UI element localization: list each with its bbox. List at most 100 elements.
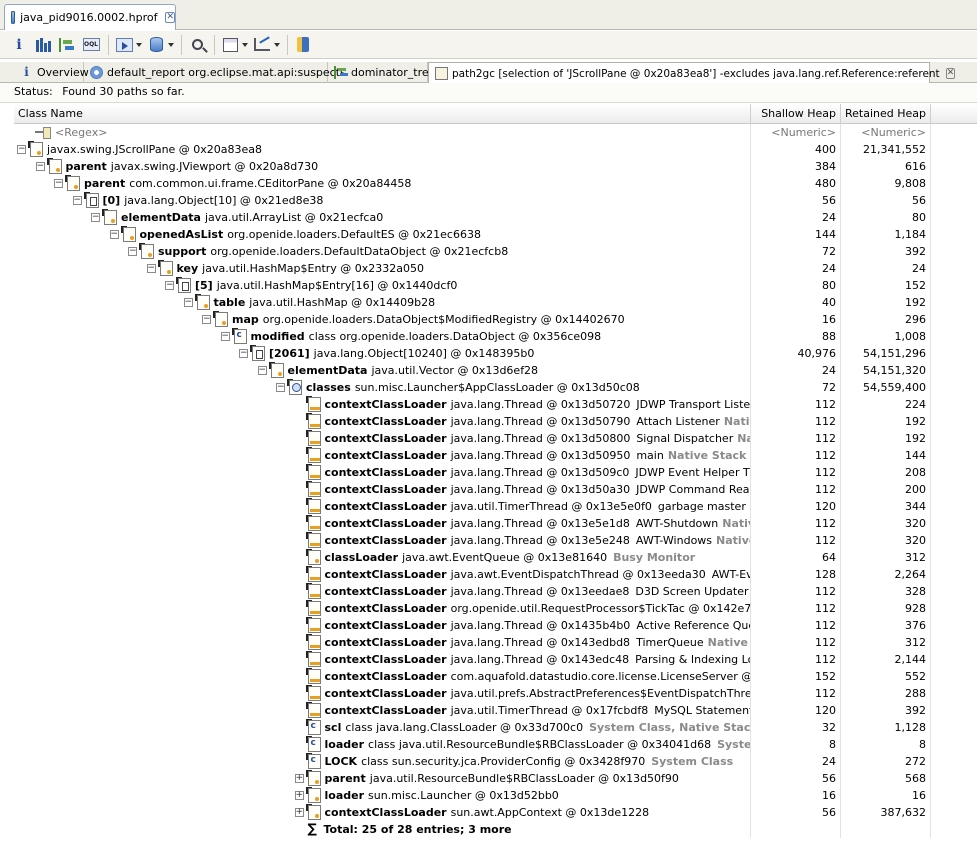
pin-button[interactable]	[292, 34, 314, 56]
dropdown-arrow-icon[interactable]	[242, 42, 248, 47]
dominator-tree-button[interactable]	[56, 34, 78, 56]
heap-dump-button[interactable]	[145, 34, 175, 56]
table-row[interactable]: contextClassLoader java.lang.Thread @ 0x1…	[14, 464, 977, 481]
table-row[interactable]: − parent javax.swing.JViewport @ 0x20a8d73…	[14, 158, 977, 175]
export-button[interactable]	[251, 34, 281, 56]
table-row[interactable]: contextClassLoader java.lang.Thread @ 0x1…	[14, 481, 977, 498]
collapse-icon[interactable]: −	[239, 349, 248, 358]
field-name: contextClassLoader	[324, 517, 447, 530]
table-row[interactable]: loaderclass java.util.ResourceBundle$RBC…	[14, 736, 977, 753]
collapse-icon[interactable]: −	[128, 247, 137, 256]
thread-icon	[305, 600, 321, 616]
table-row[interactable]: contextClassLoader java.lang.Thread @ 0x1…	[14, 447, 977, 464]
table-row[interactable]: contextClassLoader java.util.TimerThread …	[14, 702, 977, 719]
table-row[interactable]: − [0] java.lang.Object[10] @ 0x21ed8e38 56 5…	[14, 192, 977, 209]
column-header-class-name[interactable]: Class Name	[14, 104, 751, 124]
thread-icon	[305, 668, 321, 684]
field-name: contextClassLoader	[324, 687, 447, 700]
total-row[interactable]: ∑ Total: 25 of 28 entries; 3 more	[14, 821, 977, 838]
table-row[interactable]: contextClassLoader java.awt.EventDispatch…	[14, 566, 977, 583]
close-icon[interactable]: ✕	[165, 12, 175, 23]
query-browser-button[interactable]	[113, 34, 143, 56]
collapse-icon[interactable]: −	[35, 162, 45, 171]
overview-info-button[interactable]: i	[8, 34, 30, 56]
tab-path2gc[interactable]: path2gc [selection of 'JScrollPane @ 0x2…	[428, 62, 956, 84]
cell-retained-heap: 288	[841, 685, 931, 702]
filter-cell-class-name[interactable]: <Regex>	[14, 124, 751, 141]
table-row[interactable]: − [2061] java.lang.Object[10240] @ 0x14839…	[14, 345, 977, 362]
table-row[interactable]: contextClassLoader org.openide.util.Reque…	[14, 600, 977, 617]
numeric-filter-retained[interactable]: <Numeric>	[841, 124, 931, 141]
collapse-icon[interactable]: −	[72, 196, 82, 205]
search-button[interactable]	[186, 34, 208, 56]
expand-icon[interactable]: +	[294, 808, 304, 817]
calculate-retained-button[interactable]	[219, 34, 249, 56]
dropdown-arrow-icon[interactable]	[274, 42, 280, 47]
table-row[interactable]: − map org.openide.loaders.DataObject$Modif…	[14, 311, 977, 328]
total-entries-label[interactable]: Total: 25 of 28 entries; 3 more	[324, 823, 512, 836]
table-row[interactable]: − key java.util.HashMap$Entry @ 0x2332a050…	[14, 260, 977, 277]
dropdown-arrow-icon[interactable]	[136, 42, 142, 47]
table-row[interactable]: contextClassLoader java.util.prefs.Abstra…	[14, 685, 977, 702]
editor-tab-heap-dump[interactable]: java_pid9016.0002.hprof ✕	[4, 4, 176, 30]
table-row[interactable]: + contextClassLoader sun.awt.AppContext @ …	[14, 804, 977, 821]
table-row[interactable]: − javax.swing.JScrollPane @ 0x20a83ea8 400…	[14, 141, 977, 158]
table-row[interactable]: − openedAsList org.openide.loaders.Default…	[14, 226, 977, 243]
table-row[interactable]: contextClassLoader com.aquafold.datastudi…	[14, 668, 977, 685]
table-row[interactable]: − elementData java.util.Vector @ 0x13d6ef2…	[14, 362, 977, 379]
table-row[interactable]: − parent com.common.ui.frame.CEditorPane @…	[14, 175, 977, 192]
table-row[interactable]: contextClassLoader java.lang.Thread @ 0x1…	[14, 634, 977, 651]
collapse-icon[interactable]: −	[109, 230, 119, 239]
cell-class-name: + loader sun.misc.Launcher @ 0x13d52bb0	[14, 787, 751, 804]
table-row[interactable]: − [5] java.util.HashMap$Entry[16] @ 0x1440…	[14, 277, 977, 294]
table-row[interactable]: contextClassLoader java.lang.Thread @ 0x1…	[14, 532, 977, 549]
column-header-retained-heap[interactable]: Retained Heap	[841, 104, 931, 124]
table-row[interactable]: contextClassLoader java.util.TimerThread …	[14, 498, 977, 515]
thread-name: JDWP Event Helper Thread	[635, 466, 750, 479]
cell-class-name: − parent com.common.ui.frame.CEditorPane @…	[14, 175, 751, 192]
column-header-shallow-heap[interactable]: Shallow Heap	[751, 104, 841, 124]
tab-default-report[interactable]: default_report org.eclipse.mat.api:suspe…	[84, 62, 346, 83]
histogram-button[interactable]	[32, 34, 54, 56]
table-row[interactable]: classLoader java.awt.EventQueue @ 0x13e81…	[14, 549, 977, 566]
cell-shallow-heap: 56	[751, 192, 841, 209]
regex-filter-input[interactable]: <Regex>	[55, 126, 107, 139]
table-row[interactable]: contextClassLoader java.lang.Thread @ 0x1…	[14, 651, 977, 668]
cell-class-name: LOCKclass sun.security.jca.ProviderConfi…	[14, 753, 751, 770]
table-row[interactable]: contextClassLoader java.lang.Thread @ 0x1…	[14, 430, 977, 447]
collapse-icon[interactable]: −	[17, 145, 26, 154]
table-row[interactable]: contextClassLoader java.lang.Thread @ 0x1…	[14, 515, 977, 532]
collapse-icon[interactable]: −	[257, 366, 267, 375]
table-row[interactable]: − table java.util.HashMap @ 0x14409b28 40 19…	[14, 294, 977, 311]
expand-icon[interactable]: +	[294, 791, 304, 800]
table-row[interactable]: − modifiedclass org.openide.loaders.DataO…	[14, 328, 977, 345]
table-row[interactable]: LOCKclass sun.security.jca.ProviderConfi…	[14, 753, 977, 770]
collapse-icon[interactable]: −	[202, 315, 211, 324]
collapse-icon[interactable]: −	[146, 264, 156, 273]
collapse-icon[interactable]: −	[165, 281, 174, 290]
numeric-filter-shallow[interactable]: <Numeric>	[751, 124, 841, 141]
table-row[interactable]: + parent java.util.ResourceBundle$RBClassL…	[14, 770, 977, 787]
table-row[interactable]: contextClassLoader java.lang.Thread @ 0x1…	[14, 396, 977, 413]
collapse-icon[interactable]: −	[183, 298, 193, 307]
tab-dominator-tree[interactable]: dominator_tree	[328, 62, 435, 83]
table-row[interactable]: + loader sun.misc.Launcher @ 0x13d52bb0 16 1…	[14, 787, 977, 804]
tab-overview[interactable]: i Overview	[14, 62, 89, 83]
table-row[interactable]: sclclass java.lang.ClassLoader @ 0x33d70…	[14, 719, 977, 736]
table-row[interactable]: − classes sun.misc.Launcher$AppClassLoader…	[14, 379, 977, 396]
cell-retained-heap: 224	[841, 396, 931, 413]
dropdown-arrow-icon[interactable]	[168, 42, 174, 47]
table-row[interactable]: − elementData java.util.ArrayList @ 0x21ec…	[14, 209, 977, 226]
oql-button[interactable]: OQL	[80, 34, 102, 56]
table-row[interactable]: − support org.openide.loaders.DefaultDataO…	[14, 243, 977, 260]
collapse-icon[interactable]: −	[220, 332, 230, 341]
collapse-icon[interactable]: −	[54, 179, 63, 188]
collapse-icon[interactable]: −	[276, 383, 285, 392]
table-row[interactable]: contextClassLoader java.lang.Thread @ 0x1…	[14, 413, 977, 430]
expand-icon[interactable]: +	[294, 774, 304, 783]
close-icon[interactable]: ✕	[945, 68, 956, 79]
field-name: contextClassLoader	[324, 398, 447, 411]
table-row[interactable]: contextClassLoader java.lang.Thread @ 0x1…	[14, 583, 977, 600]
table-row[interactable]: contextClassLoader java.lang.Thread @ 0x1…	[14, 617, 977, 634]
collapse-icon[interactable]: −	[91, 213, 100, 222]
